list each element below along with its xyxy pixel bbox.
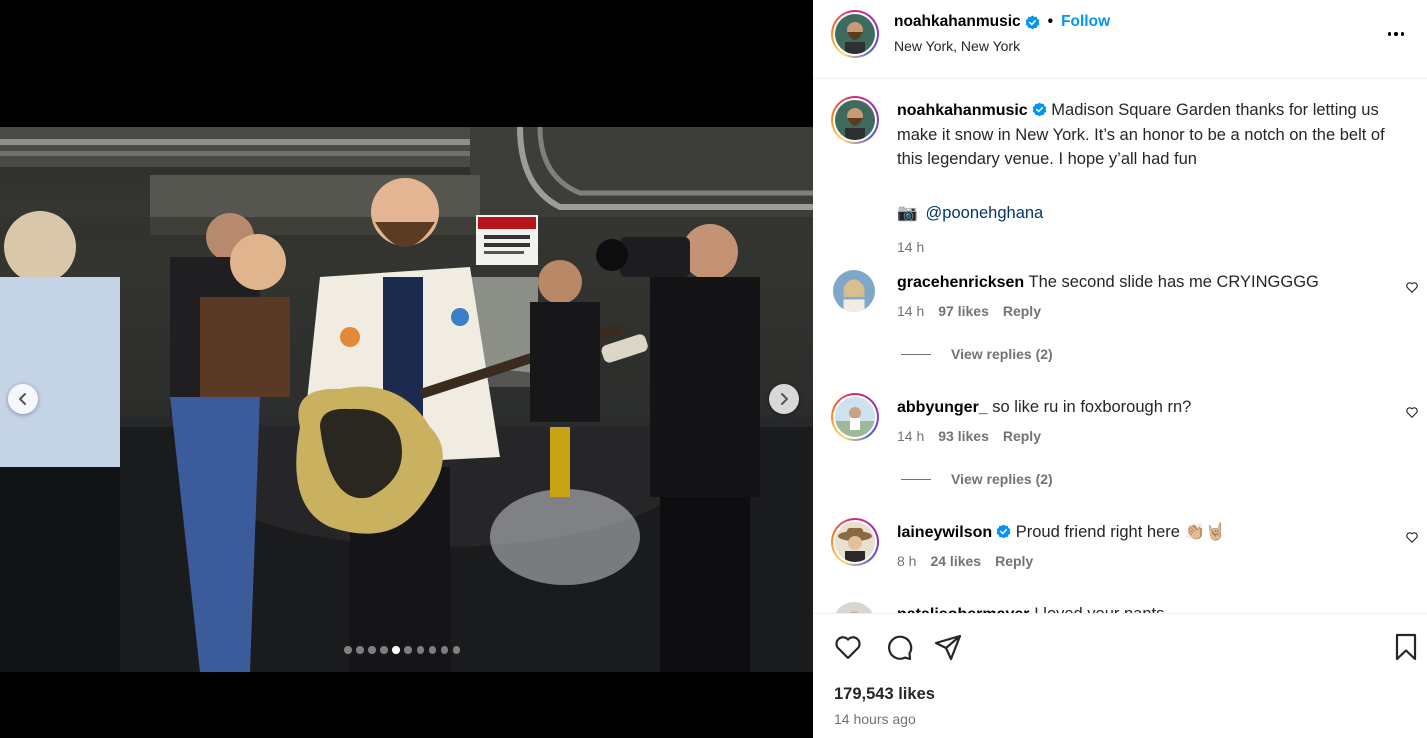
commenter-avatar-image <box>835 522 875 562</box>
verified-badge-icon <box>1032 102 1047 117</box>
bookmark-icon <box>1395 633 1417 661</box>
comment-button[interactable] <box>884 632 914 662</box>
comment-username[interactable]: gracehenricksen <box>897 274 1024 291</box>
post-location[interactable]: New York, New York <box>894 38 1020 54</box>
commenter-avatar-image <box>833 602 875 613</box>
caption-username[interactable]: noahkahanmusic <box>897 102 1028 119</box>
view-replies-label: View replies (2) <box>951 346 1053 362</box>
view-replies-button[interactable]: View replies (2) <box>901 346 1053 362</box>
comment-username[interactable]: natalieohermayer <box>897 606 1030 613</box>
post-actions-bar: 179,543 likes 14 hours ago <box>813 613 1427 738</box>
caption-avatar-image <box>835 100 875 140</box>
more-options-icon <box>1387 32 1392 36</box>
comment-likes[interactable]: 93 likes <box>938 428 989 444</box>
comment-text-block: abbyunger_ so like ru in foxborough rn? <box>897 395 1407 420</box>
commenter-avatar[interactable] <box>833 602 875 613</box>
comment-text-block: gracehenricksen The second slide has me … <box>897 270 1407 295</box>
view-replies-line <box>901 353 931 355</box>
chevron-left-icon <box>19 393 26 405</box>
author-avatar-image <box>835 14 875 54</box>
carousel-dot <box>380 646 388 654</box>
concert-backstage-photo <box>0 127 813 672</box>
send-paper-plane-icon <box>934 634 962 661</box>
carousel-dot <box>344 646 352 654</box>
post-header: noahkahanmusic • Follow New York, New Yo… <box>813 0 1427 79</box>
follow-button[interactable]: Follow <box>1061 13 1110 31</box>
view-replies-button[interactable]: View replies (2) <box>901 471 1053 487</box>
post-photo[interactable] <box>0 127 813 672</box>
comment-likes[interactable]: 97 likes <box>938 303 989 319</box>
post-sidebar: noahkahanmusic • Follow New York, New Yo… <box>813 0 1427 738</box>
author-avatar[interactable] <box>831 10 879 58</box>
comment-username[interactable]: abbyunger_ <box>897 399 988 416</box>
chevron-right-icon <box>781 393 788 405</box>
camera-emoji: 📷 <box>897 204 918 222</box>
credit-mention[interactable]: @poonehghana <box>926 204 1044 223</box>
reply-button[interactable]: Reply <box>1003 428 1041 444</box>
verified-badge-icon <box>1025 14 1039 29</box>
more-options-button[interactable] <box>1381 24 1411 44</box>
carousel-dot <box>452 646 461 654</box>
comment-meta: 14 h 93 likes Reply <box>897 428 1041 444</box>
carousel-dot <box>440 646 449 654</box>
post-like-count[interactable]: 179,543 likes <box>834 685 935 704</box>
verified-badge-icon <box>996 524 1011 539</box>
carousel-indicator <box>344 646 461 654</box>
commenter-avatar[interactable] <box>833 270 875 312</box>
view-replies-label: View replies (2) <box>951 471 1053 487</box>
media-pane <box>0 0 813 738</box>
carousel-dot <box>416 646 425 654</box>
commenter-avatar-image <box>835 397 875 437</box>
carousel-dot <box>428 646 437 654</box>
next-slide-button[interactable] <box>769 384 799 414</box>
like-comment-heart-icon[interactable] <box>1405 405 1419 419</box>
photo-credit: 📷 @poonehghana <box>897 204 1043 223</box>
comment-text: so like ru in foxborough rn? <box>992 398 1192 416</box>
carousel-dot <box>368 646 376 654</box>
post-timestamp[interactable]: 14 hours ago <box>834 711 916 727</box>
author-username[interactable]: noahkahanmusic <box>894 13 1021 31</box>
carousel-dot <box>404 646 412 654</box>
caption-time[interactable]: 14 h <box>897 239 924 255</box>
caption-avatar[interactable] <box>831 96 879 144</box>
heart-icon <box>835 636 861 660</box>
author-line: noahkahanmusic • Follow <box>894 13 1110 31</box>
carousel-dot-active <box>392 646 400 654</box>
comments-list[interactable]: noahkahanmusic Madison Square Garden tha… <box>813 80 1427 613</box>
comment-text: The second slide has me CRYINGGGG <box>1028 273 1319 291</box>
comment-username[interactable]: laineywilson <box>897 524 992 541</box>
view-replies-line <box>901 478 931 480</box>
comment-likes[interactable]: 24 likes <box>930 553 981 569</box>
commenter-avatar[interactable] <box>831 518 879 566</box>
caption-text-block: noahkahanmusic Madison Square Garden tha… <box>897 98 1407 171</box>
like-comment-heart-icon[interactable] <box>1405 530 1419 544</box>
caption-meta: 14 h <box>897 239 924 255</box>
reply-button[interactable]: Reply <box>995 553 1033 569</box>
share-button[interactable] <box>933 632 963 662</box>
like-button[interactable] <box>833 632 863 662</box>
separator-dot: • <box>1047 13 1054 30</box>
comment-time[interactable]: 14 h <box>897 303 924 319</box>
like-comment-heart-icon[interactable] <box>1405 280 1419 294</box>
comment-text: I loved your pants <box>1034 605 1164 613</box>
comment-meta: 14 h 97 likes Reply <box>897 303 1041 319</box>
comment-bubble-icon <box>888 635 913 661</box>
comment-text-block: laineywilson Proud friend right here 👏🏼🤘… <box>897 520 1407 545</box>
comment-text-block: natalieohermayer I loved your pants <box>897 602 1407 613</box>
save-button[interactable] <box>1391 632 1421 662</box>
commenter-avatar[interactable] <box>831 393 879 441</box>
comment-meta: 8 h 24 likes Reply <box>897 553 1033 569</box>
previous-slide-button[interactable] <box>8 384 38 414</box>
comment-text: Proud friend right here 👏🏼🤘🏼 <box>1015 523 1226 541</box>
carousel-dot <box>356 646 364 654</box>
comment-time[interactable]: 8 h <box>897 553 916 569</box>
commenter-avatar-image <box>833 270 875 312</box>
comment-time[interactable]: 14 h <box>897 428 924 444</box>
reply-button[interactable]: Reply <box>1003 303 1041 319</box>
